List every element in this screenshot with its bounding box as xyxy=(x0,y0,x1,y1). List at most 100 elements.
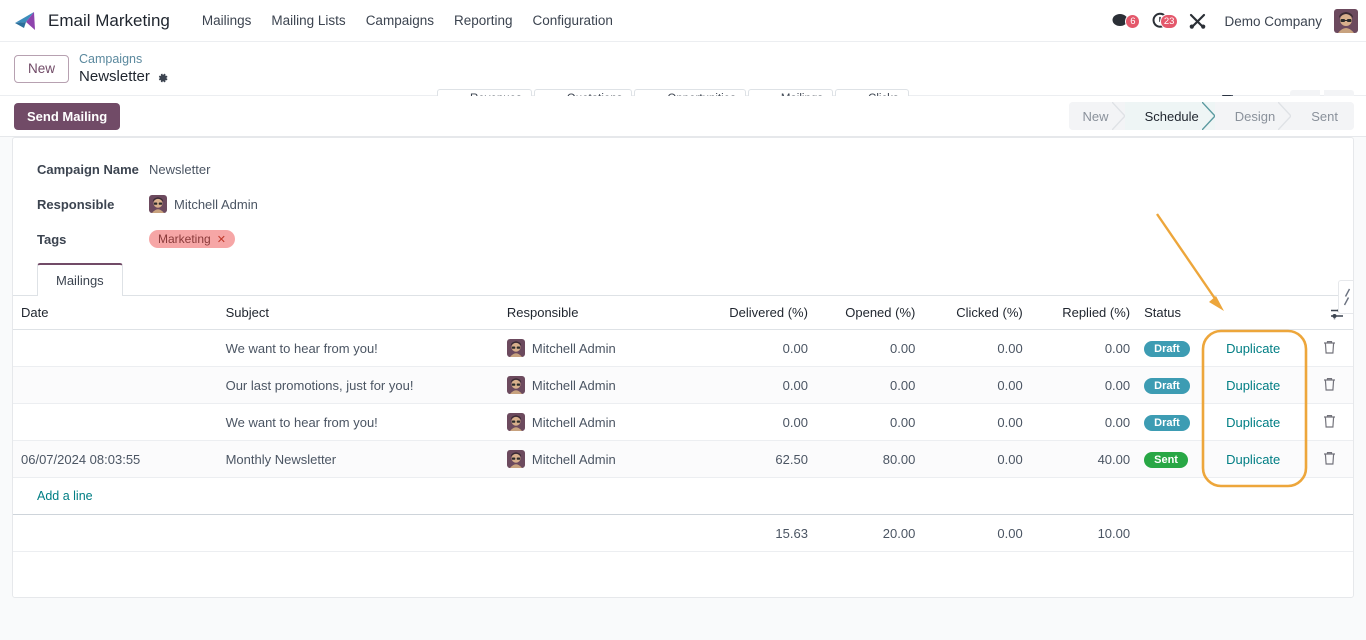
campaign-name-input[interactable]: Newsletter xyxy=(149,162,210,177)
company-name[interactable]: Demo Company xyxy=(1218,14,1328,29)
avatar xyxy=(507,339,525,357)
chevron-collapse-icon[interactable] xyxy=(1338,280,1354,314)
cell-delivered[interactable]: 0.00 xyxy=(709,404,816,441)
cell-delivered[interactable]: 62.50 xyxy=(709,441,816,478)
col-delivered[interactable]: Delivered (%) xyxy=(709,296,816,330)
cell-replied[interactable]: 0.00 xyxy=(1031,367,1138,404)
table-row[interactable]: We want to hear from you! Mitchell Admin… xyxy=(13,404,1353,441)
col-date[interactable]: Date xyxy=(13,296,218,330)
cell-opened[interactable]: 0.00 xyxy=(816,367,923,404)
cell-subject[interactable]: Monthly Newsletter xyxy=(218,441,499,478)
cell-subject[interactable]: Our last promotions, just for you! xyxy=(218,367,499,404)
col-responsible[interactable]: Responsible xyxy=(499,296,709,330)
cell-replied[interactable]: 40.00 xyxy=(1031,441,1138,478)
menu-campaigns[interactable]: Campaigns xyxy=(356,9,444,32)
cell-responsible[interactable]: Mitchell Admin xyxy=(499,367,709,404)
odoo-email-marketing-campaign-form: Email Marketing Mailings Mailing Lists C… xyxy=(0,0,1366,640)
cell-responsible[interactable]: Mitchell Admin xyxy=(499,330,709,367)
cell-date[interactable]: 06/07/2024 08:03:55 xyxy=(13,441,218,478)
responsible-name: Mitchell Admin xyxy=(532,378,616,393)
cell-opened[interactable]: 0.00 xyxy=(816,404,923,441)
tag-remove-icon[interactable]: ✕ xyxy=(217,233,226,246)
responsible-name: Mitchell Admin xyxy=(532,341,616,356)
cell-clicked[interactable]: 0.00 xyxy=(923,330,1030,367)
cell-clicked[interactable]: 0.00 xyxy=(923,404,1030,441)
cell-status[interactable]: Draft xyxy=(1138,367,1199,404)
menu-configuration[interactable]: Configuration xyxy=(523,9,623,32)
field-label: Responsible xyxy=(37,197,149,212)
totals-row: 15.63 20.00 0.00 10.00 xyxy=(13,515,1353,552)
cell-delete xyxy=(1307,330,1353,367)
cell-status[interactable]: Sent xyxy=(1138,441,1199,478)
cell-replied[interactable]: 0.00 xyxy=(1031,330,1138,367)
trash-icon[interactable] xyxy=(1323,416,1336,431)
add-a-line-button[interactable]: Add a line xyxy=(13,479,101,513)
responsible-input[interactable]: Mitchell Admin xyxy=(149,195,258,213)
breadcrumb-campaigns[interactable]: Campaigns xyxy=(79,52,169,67)
cell-delivered[interactable]: 0.00 xyxy=(709,367,816,404)
cell-opened[interactable]: 80.00 xyxy=(816,441,923,478)
cell-opened[interactable]: 0.00 xyxy=(816,330,923,367)
cell-clicked[interactable]: 0.00 xyxy=(923,367,1030,404)
messages-icon[interactable]: 6 xyxy=(1106,12,1139,30)
app-name[interactable]: Email Marketing xyxy=(48,11,170,31)
cell-subject[interactable]: We want to hear from you! xyxy=(218,330,499,367)
gear-icon[interactable] xyxy=(157,70,169,82)
cell-delete xyxy=(1307,367,1353,404)
duplicate-button[interactable]: Duplicate xyxy=(1226,415,1280,430)
debug-tools-icon[interactable] xyxy=(1183,13,1212,30)
cell-date[interactable] xyxy=(13,404,218,441)
totals-spacer xyxy=(1307,515,1353,552)
menu-mailing-lists[interactable]: Mailing Lists xyxy=(261,9,355,32)
form-sheet: Campaign Name Newsletter Responsible xyxy=(12,137,1354,598)
tab-mailings[interactable]: Mailings xyxy=(37,263,123,296)
stage-sent[interactable]: Sent xyxy=(1291,102,1354,130)
user-avatar[interactable] xyxy=(1334,9,1358,33)
cell-status[interactable]: Draft xyxy=(1138,404,1199,441)
stage-label: New xyxy=(1083,109,1109,124)
stage-schedule[interactable]: Schedule xyxy=(1125,102,1215,130)
menu-mailings[interactable]: Mailings xyxy=(192,9,262,32)
cell-delete xyxy=(1307,404,1353,441)
tag-marketing[interactable]: Marketing ✕ xyxy=(149,230,235,248)
total-delivered: 15.63 xyxy=(709,515,816,552)
table-row[interactable]: We want to hear from you! Mitchell Admin… xyxy=(13,330,1353,367)
trash-icon[interactable] xyxy=(1323,379,1336,394)
responsible-name: Mitchell Admin xyxy=(532,452,616,467)
cell-replied[interactable]: 0.00 xyxy=(1031,404,1138,441)
col-clicked[interactable]: Clicked (%) xyxy=(923,296,1030,330)
col-opened[interactable]: Opened (%) xyxy=(816,296,923,330)
duplicate-button[interactable]: Duplicate xyxy=(1226,452,1280,467)
cell-delivered[interactable]: 0.00 xyxy=(709,330,816,367)
cell-responsible[interactable]: Mitchell Admin xyxy=(499,441,709,478)
table-row[interactable]: 06/07/2024 08:03:55 Monthly Newsletter M… xyxy=(13,441,1353,478)
mailings-table: Date Subject Responsible Delivered (%) O… xyxy=(13,296,1353,552)
trash-icon[interactable] xyxy=(1323,342,1336,357)
cell-subject[interactable]: We want to hear from you! xyxy=(218,404,499,441)
tags-input[interactable]: Marketing ✕ xyxy=(149,230,235,248)
add-line-row: Add a line xyxy=(13,478,1353,515)
duplicate-button[interactable]: Duplicate xyxy=(1226,341,1280,356)
col-subject[interactable]: Subject xyxy=(218,296,499,330)
trash-icon[interactable] xyxy=(1323,453,1336,468)
cell-date[interactable] xyxy=(13,367,218,404)
stage-design[interactable]: Design xyxy=(1215,102,1291,130)
duplicate-button[interactable]: Duplicate xyxy=(1226,378,1280,393)
cell-status[interactable]: Draft xyxy=(1138,330,1199,367)
totals-spacer xyxy=(13,515,218,552)
table-row[interactable]: Our last promotions, just for you! Mitch… xyxy=(13,367,1353,404)
send-mailing-button[interactable]: Send Mailing xyxy=(14,103,120,130)
activities-clock-icon[interactable]: 23 xyxy=(1145,12,1177,30)
totals-spacer xyxy=(218,515,499,552)
stage-label: Schedule xyxy=(1145,109,1199,124)
cell-responsible[interactable]: Mitchell Admin xyxy=(499,404,709,441)
stage-new[interactable]: New xyxy=(1069,102,1125,130)
cell-clicked[interactable]: 0.00 xyxy=(923,441,1030,478)
col-status[interactable]: Status xyxy=(1138,296,1199,330)
page-title: Newsletter xyxy=(79,67,150,86)
status-badge: Draft xyxy=(1144,415,1190,431)
col-replied[interactable]: Replied (%) xyxy=(1031,296,1138,330)
cell-date[interactable] xyxy=(13,330,218,367)
menu-reporting[interactable]: Reporting xyxy=(444,9,523,32)
new-button[interactable]: New xyxy=(14,55,69,83)
